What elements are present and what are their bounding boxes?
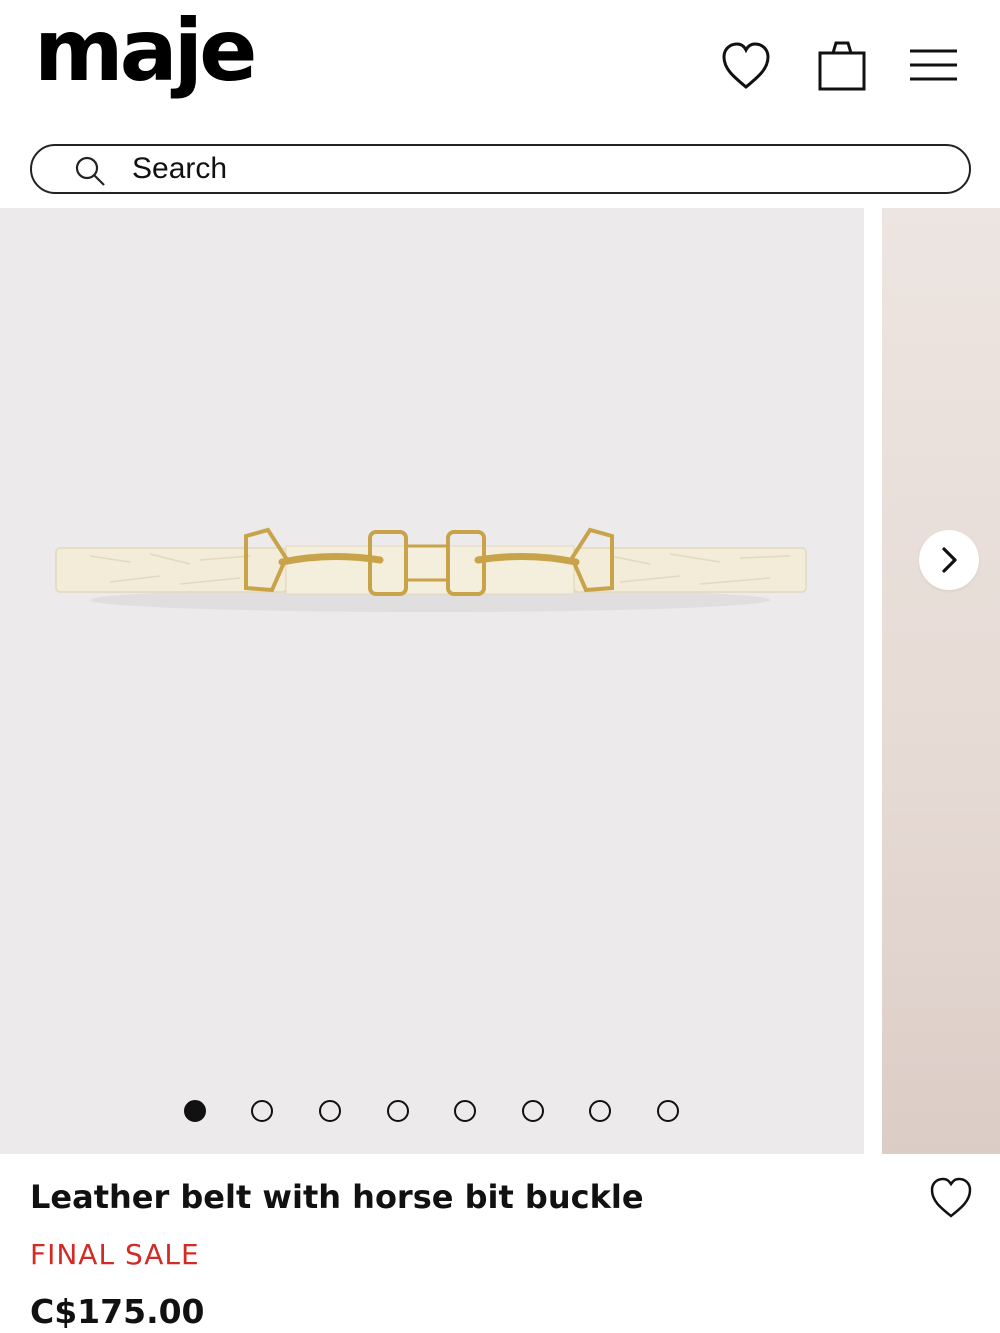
cart-button[interactable] xyxy=(814,38,870,94)
wishlist-button[interactable] xyxy=(718,38,774,94)
gallery-dot-3[interactable] xyxy=(319,1100,341,1122)
gallery-dot-7[interactable] xyxy=(589,1100,611,1122)
gallery-dot-2[interactable] xyxy=(251,1100,273,1122)
gallery-dot-5[interactable] xyxy=(454,1100,476,1122)
product-price: C$175.00 xyxy=(30,1292,205,1331)
add-to-wishlist-button[interactable] xyxy=(928,1176,974,1220)
next-product-image-preview[interactable] xyxy=(882,208,1000,1154)
site-header: maje xyxy=(0,0,1000,194)
gallery-dot-8[interactable] xyxy=(657,1100,679,1122)
heart-icon xyxy=(930,1177,972,1218)
product-image[interactable] xyxy=(0,208,864,1154)
gallery-dot-1[interactable] xyxy=(184,1100,206,1122)
search-input[interactable] xyxy=(132,151,932,187)
gallery-dot-4[interactable] xyxy=(387,1100,409,1122)
product-image-gallery[interactable] xyxy=(0,208,1000,1154)
belt-product-image xyxy=(55,527,807,612)
final-sale-badge: FINAL SALE xyxy=(30,1238,200,1271)
hamburger-menu-icon xyxy=(910,49,957,81)
chevron-right-icon xyxy=(942,547,957,573)
heart-icon xyxy=(722,42,770,89)
next-image-button[interactable] xyxy=(919,530,979,590)
product-title: Leather belt with horse bit buckle xyxy=(30,1178,644,1216)
maje-logo[interactable]: maje xyxy=(34,8,257,94)
menu-button[interactable] xyxy=(905,38,961,94)
search-icon xyxy=(75,156,105,186)
search-bar[interactable] xyxy=(30,144,971,194)
gallery-dot-6[interactable] xyxy=(522,1100,544,1122)
shopping-bag-icon xyxy=(818,41,866,91)
